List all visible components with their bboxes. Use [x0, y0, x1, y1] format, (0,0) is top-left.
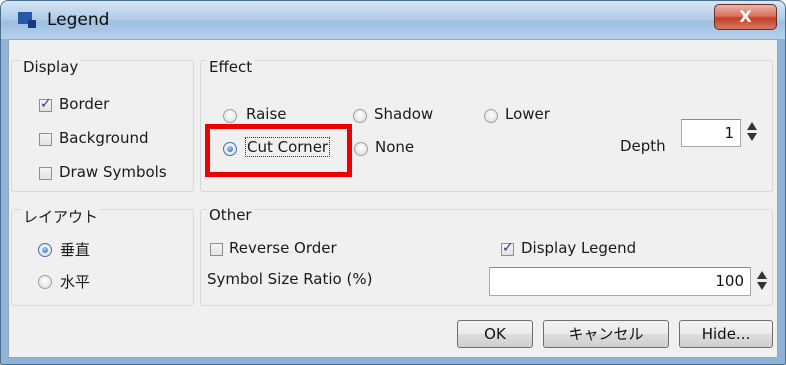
legend-dialog: Legend X Display Border Background Draw …: [0, 0, 786, 365]
border-checkbox[interactable]: [39, 96, 52, 112]
shadow-radio[interactable]: [353, 109, 367, 123]
display-legend-label[interactable]: Display Legend: [521, 239, 636, 257]
depth-spinner[interactable]: [747, 122, 757, 142]
raise-radio[interactable]: [223, 109, 237, 123]
horizontal-label[interactable]: 水平: [60, 271, 90, 292]
window-title: Legend: [47, 10, 110, 30]
none-label[interactable]: None: [375, 138, 414, 156]
close-button[interactable]: X: [714, 4, 777, 30]
reverse-order-checkbox[interactable]: [210, 243, 223, 256]
border-label[interactable]: Border: [59, 95, 109, 113]
reverse-order-label[interactable]: Reverse Order: [229, 239, 337, 257]
dialog-body: Display Border Background Draw Symbols E…: [8, 39, 778, 358]
spin-down-icon[interactable]: [757, 282, 767, 290]
symbol-size-input[interactable]: 100: [489, 267, 751, 296]
lower-radio[interactable]: [484, 109, 498, 123]
depth-input[interactable]: 1: [681, 119, 741, 147]
vertical-label[interactable]: 垂直: [60, 239, 90, 260]
other-group-title: Other: [207, 206, 254, 224]
spin-up-icon[interactable]: [757, 271, 767, 279]
symbol-size-label: Symbol Size Ratio (%): [207, 270, 373, 288]
vertical-radio[interactable]: [38, 243, 52, 257]
highlight-box: [205, 124, 352, 177]
background-label[interactable]: Background: [59, 129, 149, 147]
raise-label[interactable]: Raise: [246, 105, 287, 123]
app-icon: [18, 12, 36, 28]
depth-label: Depth: [620, 137, 666, 155]
draw-symbols-label[interactable]: Draw Symbols: [59, 163, 167, 181]
draw-symbols-checkbox[interactable]: [39, 167, 52, 180]
ok-button[interactable]: OK: [457, 320, 533, 348]
layout-group-title: レイアウト: [21, 206, 101, 227]
cancel-button[interactable]: キャンセル: [543, 320, 669, 348]
display-legend-checkbox[interactable]: [501, 240, 514, 256]
none-radio[interactable]: [354, 142, 368, 156]
background-checkbox[interactable]: [39, 133, 52, 146]
shadow-label[interactable]: Shadow: [374, 105, 433, 123]
hide-button[interactable]: Hide...: [679, 320, 773, 348]
spin-up-icon[interactable]: [747, 122, 757, 130]
display-group-title: Display: [21, 58, 81, 76]
effect-group-title: Effect: [207, 58, 255, 76]
symbol-size-spinner[interactable]: [757, 271, 767, 291]
lower-label[interactable]: Lower: [505, 105, 550, 123]
horizontal-radio[interactable]: [38, 275, 52, 289]
spin-down-icon[interactable]: [747, 133, 757, 141]
title-bar[interactable]: Legend X: [1, 1, 785, 39]
